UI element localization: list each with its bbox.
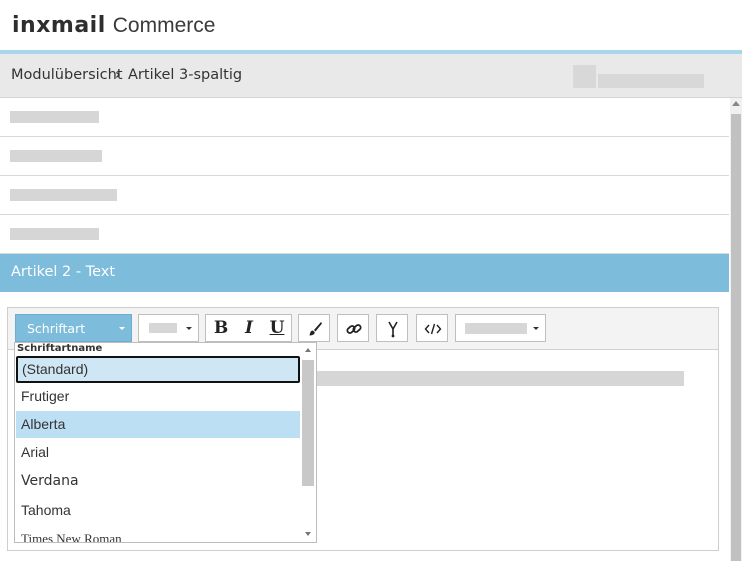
breadcrumb-item-current: Artikel 3-spaltig xyxy=(128,67,243,83)
font-option-verdana[interactable]: Verdana xyxy=(16,468,300,495)
link-icon xyxy=(346,324,362,334)
page-scrollbar[interactable] xyxy=(730,98,742,561)
font-size-value-placeholder xyxy=(149,323,177,333)
chevron-down-icon xyxy=(533,327,539,330)
bold-button[interactable]: B xyxy=(207,318,235,340)
editor-content-placeholder[interactable] xyxy=(316,371,684,386)
logo-mark: inxmail xyxy=(12,13,106,38)
breadcrumb: Modulübersicht › Artikel 3-spaltig xyxy=(0,54,742,98)
module-row-placeholder xyxy=(10,189,117,201)
font-option-times-new-roman[interactable]: Times New Roman xyxy=(16,525,300,542)
scroll-up-arrow-icon[interactable] xyxy=(732,101,740,106)
brush-icon xyxy=(309,322,322,336)
app-header: inxmail Commerce xyxy=(0,0,742,50)
text-color-button[interactable] xyxy=(298,314,330,342)
format-style-value-placeholder xyxy=(465,323,527,334)
module-row-placeholder xyxy=(10,111,99,123)
merge-tag-icon xyxy=(388,321,398,338)
dropdown-scrollbar[interactable] xyxy=(301,345,316,542)
font-option-tahoma[interactable]: Tahoma xyxy=(16,497,300,524)
page-scrollbar-thumb[interactable] xyxy=(731,114,741,561)
user-name-placeholder[interactable] xyxy=(598,74,704,88)
chevron-down-icon xyxy=(119,327,125,330)
breadcrumb-item-module-overview[interactable]: Modulübersicht xyxy=(11,67,123,83)
scroll-up-arrow-icon[interactable] xyxy=(305,348,311,352)
scroll-down-arrow-icon[interactable] xyxy=(305,532,311,536)
font-option-standard[interactable]: (Standard) xyxy=(16,356,300,383)
italic-button[interactable]: I xyxy=(235,318,263,340)
dropdown-scrollbar-thumb[interactable] xyxy=(302,360,314,486)
breadcrumb-separator-icon: › xyxy=(115,67,121,83)
chevron-down-icon xyxy=(186,327,192,330)
font-family-label: Schriftart xyxy=(27,321,86,336)
module-row[interactable] xyxy=(0,98,729,137)
font-family-dropdown-button[interactable]: Schriftart xyxy=(15,314,132,342)
module-row[interactable] xyxy=(0,176,729,215)
logo-word: Commerce xyxy=(112,14,216,37)
module-list xyxy=(0,98,729,254)
user-avatar-placeholder[interactable] xyxy=(573,65,596,88)
section-title: Artikel 2 - Text xyxy=(11,264,116,280)
font-option-alberta[interactable]: Alberta xyxy=(16,411,300,438)
font-option-arial[interactable]: Arial xyxy=(16,439,300,466)
source-code-button[interactable] xyxy=(416,314,448,342)
code-icon xyxy=(424,323,442,335)
font-option-frutiger[interactable]: Frutiger xyxy=(16,383,300,410)
insert-link-button[interactable] xyxy=(337,314,369,342)
module-row[interactable] xyxy=(0,215,729,254)
module-row-placeholder xyxy=(10,150,102,162)
placeholder-variable-button[interactable] xyxy=(376,314,408,342)
module-row[interactable] xyxy=(0,137,729,176)
format-style-dropdown[interactable] xyxy=(455,314,546,342)
dropdown-header: Schriftartname xyxy=(17,343,103,354)
text-format-group: B I U xyxy=(205,314,292,342)
section-header-article-2-text[interactable]: Artikel 2 - Text xyxy=(0,254,729,292)
font-family-dropdown-list: Schriftartname (Standard) Frutiger Alber… xyxy=(14,342,317,543)
font-size-dropdown[interactable] xyxy=(138,314,199,342)
underline-button[interactable]: U xyxy=(263,318,291,340)
module-row-placeholder xyxy=(10,228,99,240)
app-logo[interactable]: inxmail Commerce xyxy=(12,13,215,39)
